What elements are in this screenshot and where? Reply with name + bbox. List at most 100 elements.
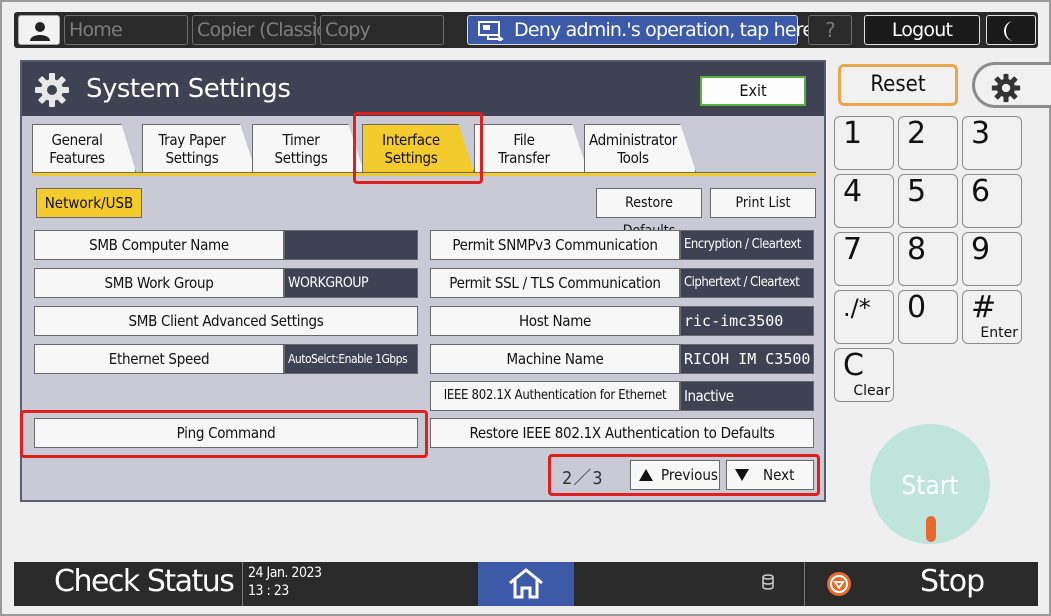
home-icon <box>509 568 543 599</box>
smb-work-group-button[interactable]: SMB Work Group <box>34 268 284 298</box>
divider <box>804 562 805 606</box>
tab-label: Administrator <box>588 131 678 149</box>
highlight-box <box>353 112 483 184</box>
tab-label: File <box>513 131 535 149</box>
key-label: 5 <box>907 174 927 209</box>
tab-administrator-tools[interactable]: Administrator Tools <box>584 124 696 172</box>
tab-tray-paper-settings[interactable]: Tray Paper Settings <box>142 124 256 172</box>
page-title: System Settings <box>86 74 291 104</box>
copier-classic-tab[interactable]: Copier (Classic) <box>192 15 333 45</box>
network-usb-tab[interactable]: Network/USB <box>36 188 142 218</box>
key-6[interactable]: 6 <box>962 174 1022 228</box>
key-label: 3 <box>971 116 991 151</box>
top-bar: Home Copier (Classic) Copy Deny admin.'s… <box>14 12 1038 48</box>
page-indicator: 2／3 <box>562 468 604 489</box>
tab-timer-settings[interactable]: Timer Settings <box>252 124 364 172</box>
deny-admin-label: Deny admin.'s operation, tap here <box>514 19 814 41</box>
key-label: 9 <box>971 232 991 267</box>
tab-label: Transfer <box>498 149 550 167</box>
check-status-button[interactable]: Check Status <box>54 564 235 599</box>
settings-button[interactable] <box>972 62 1051 108</box>
key-2[interactable]: 2 <box>898 116 958 170</box>
down-arrow-icon <box>735 469 749 481</box>
machine-name-button[interactable]: Machine Name <box>430 344 680 374</box>
key-label: 1 <box>843 116 863 151</box>
energy-saver-button[interactable] <box>986 15 1036 45</box>
key-label: C <box>843 348 864 383</box>
bottom-bar: Check Status 24 Jan. 2023 13 : 23 Stop <box>14 562 1038 606</box>
home-button[interactable] <box>478 562 574 606</box>
key-sublabel: Clear <box>853 383 890 399</box>
tab-general-features[interactable]: General Features <box>32 124 136 172</box>
stop-button[interactable]: Stop <box>920 564 985 599</box>
time-label: 13 : 23 <box>248 583 289 599</box>
key-5[interactable]: 5 <box>898 174 958 228</box>
key-enter[interactable]: # Enter <box>962 290 1022 344</box>
machine-name-value: RICOH IM C3500 <box>680 344 814 374</box>
tab-file-transfer[interactable]: File Transfer <box>474 124 588 172</box>
tab-label: General <box>51 131 103 149</box>
panel-header: System Settings Exit <box>22 62 824 116</box>
system-settings-panel: System Settings Exit General Features Tr… <box>20 60 826 502</box>
key-dot-star[interactable]: ./* <box>834 290 894 344</box>
data-storage-icon <box>762 574 774 590</box>
permit-snmpv3-value: Encryption / Cleartext <box>680 230 814 260</box>
key-4[interactable]: 4 <box>834 174 894 228</box>
restore-ieee-8021x-button[interactable]: Restore IEEE 802.1X Authentication to De… <box>430 418 814 448</box>
start-indicator-led <box>926 516 936 542</box>
tab-label: Tools <box>617 149 649 167</box>
highlight-box <box>20 410 428 458</box>
tab-label: Settings <box>165 149 219 167</box>
gear-icon <box>35 73 69 107</box>
key-sublabel: Enter <box>980 325 1018 341</box>
key-label: # <box>971 290 997 325</box>
key-8[interactable]: 8 <box>898 232 958 286</box>
logout-button[interactable]: Logout <box>864 15 980 45</box>
key-label: 8 <box>907 232 927 267</box>
host-name-button[interactable]: Host Name <box>430 306 680 336</box>
key-label: 7 <box>843 232 863 267</box>
restore-defaults-button[interactable]: Restore Defaults <box>596 188 702 239</box>
host-name-value: ric-imc3500 <box>680 306 814 336</box>
ieee-8021x-ethernet-button[interactable]: IEEE 802.1X Authentication for Ethernet <box>430 381 680 411</box>
date-label: 24 Jan. 2023 <box>248 565 322 581</box>
screen-frame: Home Copier (Classic) Copy Deny admin.'s… <box>0 0 1051 616</box>
next-button[interactable]: Next <box>726 460 814 490</box>
ethernet-speed-button[interactable]: Ethernet Speed <box>34 344 284 374</box>
reset-button[interactable]: Reset <box>838 64 958 106</box>
exit-button[interactable]: Exit <box>700 76 806 106</box>
divider <box>242 562 243 606</box>
user-icon <box>30 22 50 41</box>
previous-label: Previous <box>661 466 718 484</box>
next-label: Next <box>763 466 795 484</box>
tab-label: Tray Paper <box>158 131 226 149</box>
copy-tab[interactable]: Copy <box>320 15 444 45</box>
home-tab[interactable]: Home <box>64 15 188 45</box>
previous-button[interactable]: Previous <box>630 460 720 490</box>
key-label: 6 <box>971 174 991 209</box>
permit-ssl-tls-button[interactable]: Permit SSL / TLS Communication <box>430 268 680 298</box>
key-9[interactable]: 9 <box>962 232 1022 286</box>
print-list-button[interactable]: Print List <box>710 188 816 218</box>
gear-icon <box>991 73 1021 103</box>
smb-client-advanced-settings-button[interactable]: SMB Client Advanced Settings <box>34 306 418 336</box>
deny-admin-operation-button[interactable]: Deny admin.'s operation, tap here <box>467 15 814 45</box>
remote-operation-icon <box>478 21 504 41</box>
smb-computer-name-button[interactable]: SMB Computer Name <box>34 230 284 260</box>
tab-label: Timer <box>282 131 320 149</box>
help-button[interactable]: ? <box>808 15 852 45</box>
permit-snmpv3-button[interactable]: Permit SNMPv3 Communication <box>430 230 680 260</box>
smb-computer-name-value <box>284 230 418 260</box>
moon-icon <box>1004 21 1014 41</box>
ieee-8021x-ethernet-value: Inactive <box>680 381 814 411</box>
key-1[interactable]: 1 <box>834 116 894 170</box>
stop-icon <box>827 572 851 596</box>
key-clear[interactable]: C Clear <box>834 348 894 402</box>
key-7[interactable]: 7 <box>834 232 894 286</box>
permit-ssl-tls-value: Ciphertext / Cleartext <box>680 268 814 298</box>
tab-label: Features <box>49 149 105 167</box>
key-3[interactable]: 3 <box>962 116 1022 170</box>
key-0[interactable]: 0 <box>898 290 958 344</box>
key-label: ./* <box>843 294 871 322</box>
user-button[interactable] <box>18 15 60 45</box>
